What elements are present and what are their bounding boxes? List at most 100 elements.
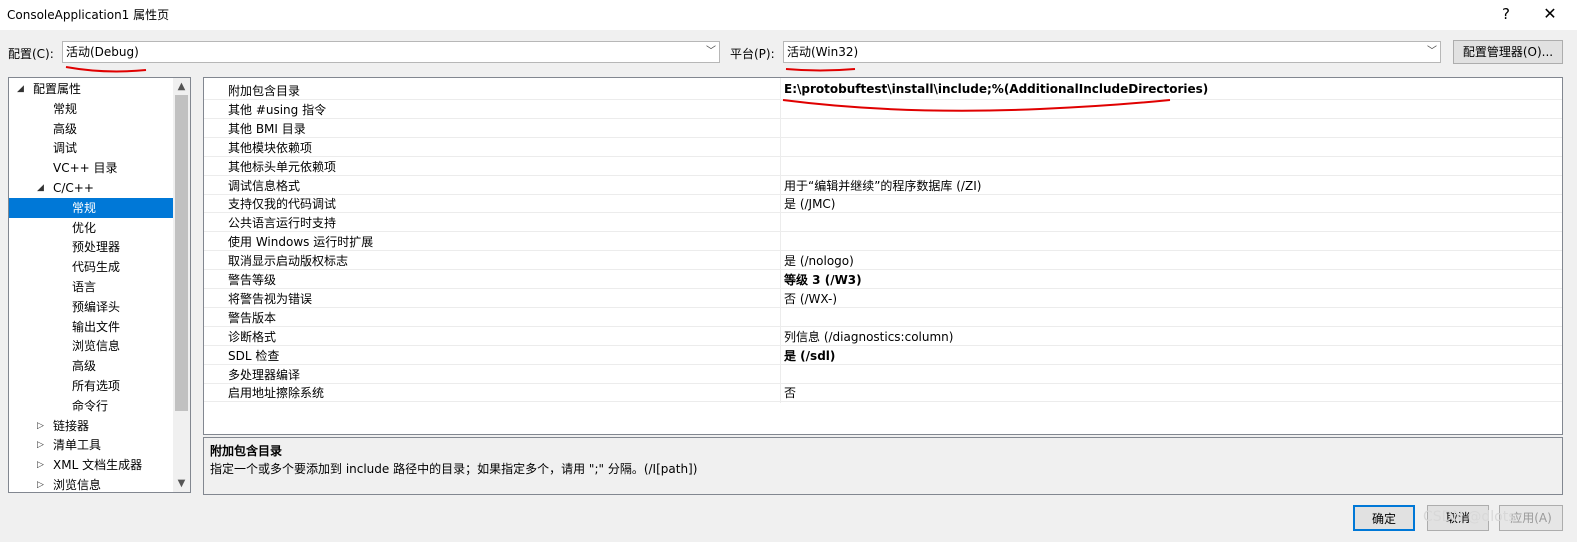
property-row[interactable]: 支持仅我的代码调试 是 (/JMC) [204,194,1562,214]
tree-item[interactable]: ▷ 链接器 [9,416,174,436]
tree-item-label: 浏览信息 [72,339,121,354]
platform-value: 活动(Win32) [787,45,859,59]
property-row[interactable]: 将警告视为错误 否 (/WX-) [204,289,1562,308]
config-value: 活动(Debug) [66,45,139,59]
debug-underline [65,66,147,73]
property-row[interactable]: 其他标头单元依赖项 [204,157,1562,176]
collapsed-icon[interactable]: ▷ [37,435,44,455]
tree-scrollbar[interactable]: ▲ ▼ [173,78,190,492]
property-name: 使用 Windows 运行时扩展 [228,235,374,250]
tree-item[interactable]: 语言 [9,277,174,297]
property-row[interactable]: 使用 Windows 运行时扩展 [204,232,1562,252]
tree-item[interactable]: ▷ 清单工具 [9,435,174,455]
tree-item[interactable]: 预处理器 [9,237,174,257]
tree-item-label: 调试 [53,141,78,156]
expanded-icon[interactable]: ◢ [17,79,24,99]
property-row[interactable]: 诊断格式 列信息 (/diagnostics:column) [204,327,1562,346]
chevron-down-icon: ﹀ [706,46,716,57]
property-row[interactable]: 附加包含目录 E:\protobuftest\install\include;%(… [204,81,1562,100]
platform-dropdown[interactable]: 活动(Win32) ﹀ [783,41,1441,63]
property-grid[interactable]: 附加包含目录 E:\protobuftest\install\include;%(… [203,77,1563,435]
property-row[interactable]: 启用地址擦除系统 否 [204,383,1562,403]
property-value[interactable]: 是 (/JMC) [784,195,836,212]
tree-item[interactable]: ▷ 浏览信息 [9,475,174,492]
property-value[interactable]: 用于“编辑并继续”的程序数据库 (/ZI) [784,177,981,194]
property-value[interactable]: E:\protobuftest\install\include;%(Additi… [784,82,1208,96]
tree-item[interactable]: 调试 [9,138,174,158]
tree-item[interactable]: 代码生成 [9,257,174,277]
property-name: 其他 #using 指令 [228,102,327,117]
property-name: 其他标头单元依赖项 [228,159,337,174]
tree-item[interactable]: ◢ C/C++ [9,178,174,198]
tree-item-label: 所有选项 [72,379,121,393]
property-row[interactable]: 其他模块依赖项 [204,138,1562,157]
help-icon[interactable]: ? [1493,2,1519,26]
property-row[interactable]: 取消显示启动版权标志 是 (/nologo) [204,251,1562,271]
description-title: 附加包含目录 [210,444,283,458]
property-name: 将警告视为错误 [228,291,313,306]
tree-item[interactable]: VC++ 目录 [9,158,174,178]
collapsed-icon[interactable]: ▷ [37,416,44,436]
property-name: 其他模块依赖项 [228,140,313,155]
config-manager-button[interactable]: 配置管理器(O)... [1453,40,1563,64]
property-value[interactable]: 否 (/WX-) [784,290,837,307]
property-name: 多处理器编译 [228,367,301,382]
property-name: 调试信息格式 [228,178,301,193]
property-name: 取消显示启动版权标志 [228,254,349,269]
tree-item-label: 优化 [72,220,97,235]
scroll-thumb[interactable] [175,95,188,411]
tree-item[interactable]: 优化 [9,218,174,238]
tree-item[interactable]: 高级 [9,119,174,139]
tree-item-label: 输出文件 [72,319,121,334]
description-panel: 附加包含目录 指定一个或多个要添加到 include 路径中的目录；如果指定多个… [203,437,1563,495]
ok-button[interactable]: 确定 [1353,505,1415,531]
tree-item[interactable]: 所有选项 [9,376,174,396]
tree-item-label: 浏览信息 [53,478,102,492]
property-row[interactable]: 公共语言运行时支持 [204,213,1562,233]
description-text: 指定一个或多个要添加到 include 路径中的目录；如果指定多个，请用 ";"… [210,462,698,476]
tree-item[interactable]: 命令行 [9,396,174,416]
platform-label: 平台(P): [730,47,775,61]
watermark: CSDN @dlots [1423,509,1516,525]
property-row[interactable]: 调试信息格式 用于“编辑并继续”的程序数据库 (/ZI) [204,176,1562,195]
scroll-up-icon[interactable]: ▲ [173,78,190,95]
tree-item-label: XML 文档生成器 [53,458,143,473]
property-value[interactable]: 是 (/nologo) [784,252,854,269]
tree-item[interactable]: 输出文件 [9,317,174,337]
title-bar: ConsoleApplication1 属性页 ? ✕ [0,0,1577,30]
tree-item-label: 清单工具 [53,438,102,453]
property-value[interactable]: 等级 3 (/W3) [784,271,862,288]
property-row[interactable]: 其他 #using 指令 [204,100,1562,119]
tree-item[interactable]: 浏览信息 [9,336,174,356]
config-dropdown[interactable]: 活动(Debug) ﹀ [62,41,720,63]
collapsed-icon[interactable]: ▷ [37,475,44,492]
property-name: SDL 检查 [228,348,280,363]
window-title: ConsoleApplication1 属性页 [7,8,170,22]
tree-item-label: 预处理器 [72,240,121,255]
tree-item[interactable]: 常规 [9,99,174,119]
property-row[interactable]: 其他 BMI 目录 [204,119,1562,138]
property-value[interactable]: 是 (/sdl) [784,347,835,364]
tree-item[interactable]: 预编译头 [9,297,174,317]
tree-item-label: 常规 [72,200,97,215]
property-value[interactable]: 列信息 (/diagnostics:column) [784,328,953,345]
property-value[interactable]: 否 [784,384,796,401]
tree-item[interactable]: ◢ 配置属性 [9,79,174,99]
config-label: 配置(C): [8,47,54,61]
tree-item[interactable]: ▷ XML 文档生成器 [9,455,174,475]
close-icon[interactable]: ✕ [1527,2,1573,26]
property-row[interactable]: 警告等级 等级 3 (/W3) [204,270,1562,289]
tree-item[interactable]: 常规 [9,197,174,218]
property-tree[interactable]: ◢ 配置属性 常规 高级 调试 VC++ 目录 ◢ C/C++ 常规 优化 预处理器 代码生成 语言 预编… [8,77,191,493]
tree-item[interactable]: 高级 [9,356,174,376]
expanded-icon[interactable]: ◢ [37,178,44,198]
property-row[interactable]: 警告版本 [204,308,1562,327]
tree-item-label: 预编译头 [72,299,121,314]
scroll-down-icon[interactable]: ▼ [173,475,190,492]
tree-item-label: 链接器 [53,418,90,433]
property-row[interactable]: SDL 检查 是 (/sdl) [204,346,1562,365]
win32-underline [785,68,856,72]
collapsed-icon[interactable]: ▷ [37,455,44,475]
chevron-down-icon: ﹀ [1427,46,1437,57]
property-row[interactable]: 多处理器编译 [204,365,1562,384]
